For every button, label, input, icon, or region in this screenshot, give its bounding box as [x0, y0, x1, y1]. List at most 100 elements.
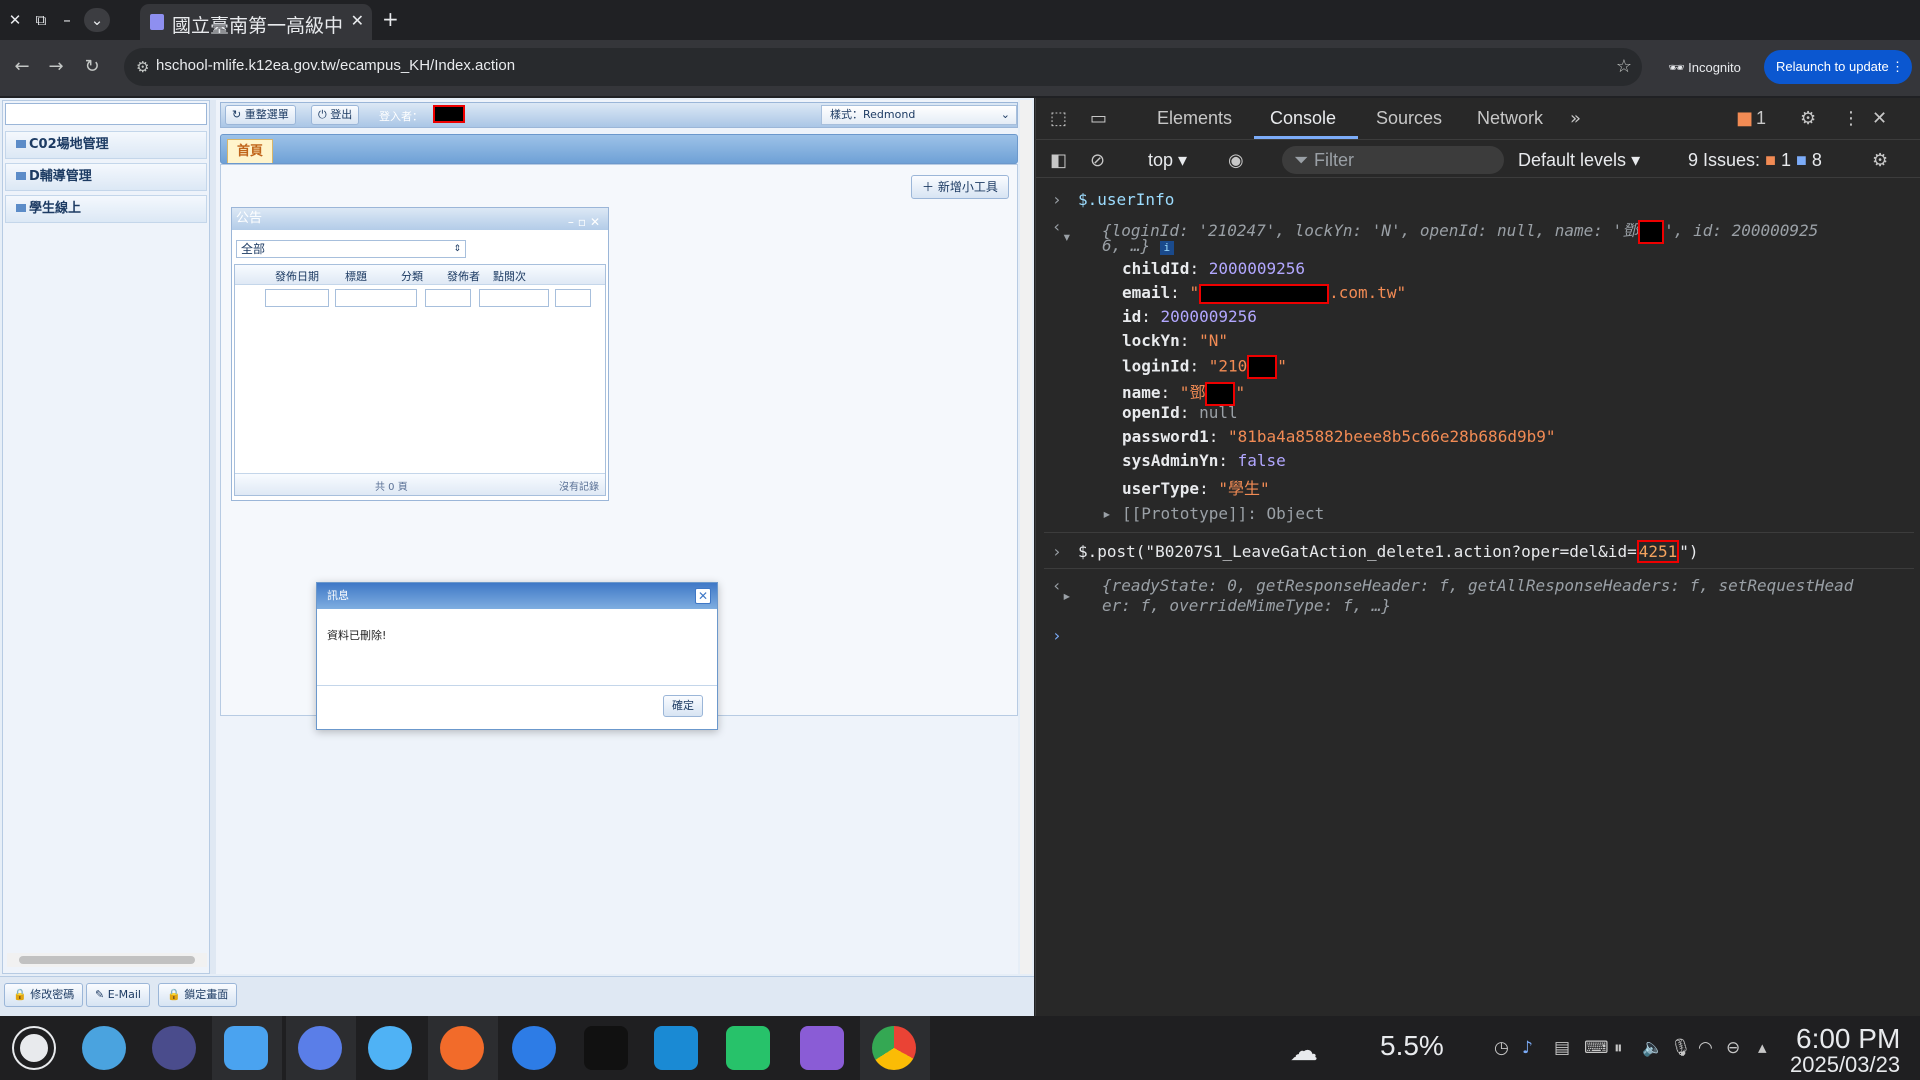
tab-console[interactable]: Console: [1270, 108, 1336, 129]
kebab-menu-icon[interactable]: ⋮: [1842, 108, 1860, 129]
announcement-category-select[interactable]: 全部 ⇕: [236, 240, 466, 258]
email-button[interactable]: ✎ E-Mail: [86, 983, 150, 1007]
object-property-loginId[interactable]: loginId: "210 ": [1122, 355, 1287, 379]
clock-date[interactable]: 2025/03/23: [1790, 1052, 1900, 1078]
browser-tab[interactable]: 國立臺南第一高級中學 ✕: [140, 4, 372, 40]
chevron-up-icon[interactable]: ▴: [1758, 1038, 1767, 1058]
close-window-icon[interactable]: ✕: [2, 8, 28, 32]
object-property-userType[interactable]: userType: "學生": [1122, 475, 1270, 499]
notes-app-icon[interactable]: [584, 1026, 628, 1070]
filter-publisher[interactable]: [479, 289, 549, 307]
pause-icon[interactable]: ⏸: [1614, 1038, 1623, 1058]
issues-counter[interactable]: 9 Issues: ■ 1 ■ 8: [1688, 150, 1822, 171]
volume-icon[interactable]: 🔈: [1642, 1038, 1663, 1058]
relaunch-update-button[interactable]: Relaunch to update ⋮: [1764, 50, 1912, 84]
object-property-password1[interactable]: password1: "81ba4a85882beee8b5c66e28b686…: [1122, 427, 1555, 446]
menu-search-input[interactable]: [5, 103, 207, 125]
inspect-element-icon[interactable]: ⬚: [1050, 108, 1067, 129]
tab-sources[interactable]: Sources: [1376, 108, 1442, 129]
close-devtools-icon[interactable]: ✕: [1872, 108, 1887, 129]
tiktok-tray-icon[interactable]: ♪: [1522, 1038, 1533, 1058]
object-property-email[interactable]: email: " .com.tw": [1122, 283, 1406, 304]
files-icon[interactable]: [224, 1026, 268, 1070]
filter-title[interactable]: [335, 289, 417, 307]
col-publish-date[interactable]: 發佈日期: [275, 268, 319, 284]
dialog-close-icon[interactable]: ✕: [695, 588, 711, 604]
change-password-button[interactable]: 🔒 修改密碼: [4, 983, 84, 1007]
object-property-name[interactable]: name: "鄧 ": [1122, 379, 1245, 406]
lock-screen-button[interactable]: 🔒 鎖定畫面: [158, 983, 238, 1007]
safari-icon[interactable]: [368, 1026, 412, 1070]
clock-status-icon[interactable]: ◷: [1494, 1038, 1509, 1058]
live-expression-eye-icon[interactable]: ◉: [1228, 150, 1244, 171]
console-filter-input[interactable]: ⏷ Filter: [1282, 146, 1504, 174]
console-input-caret[interactable]: ›: [1052, 626, 1062, 645]
activity-monitor-icon[interactable]: [152, 1026, 196, 1070]
tiktok-icon[interactable]: [512, 1026, 556, 1070]
restore-window-icon[interactable]: ⧉: [28, 8, 54, 32]
bookmark-star-icon[interactable]: ☆: [1616, 56, 1632, 77]
reload-menu-button[interactable]: ↻ 重整選單: [225, 105, 296, 125]
site-info-icon[interactable]: ⚙: [136, 58, 149, 76]
filter-views[interactable]: [555, 289, 591, 307]
clock-time[interactable]: 6:00 PM: [1796, 1023, 1900, 1055]
chromium-icon[interactable]: [298, 1026, 342, 1070]
context-select[interactable]: top ▾: [1148, 150, 1187, 171]
tab-elements[interactable]: Elements: [1157, 108, 1232, 129]
weather-icon[interactable]: ☁: [1290, 1034, 1318, 1067]
dialog-ok-button[interactable]: 確定: [663, 695, 703, 717]
console-settings-icon[interactable]: ⚙: [1872, 150, 1888, 171]
keyboard-icon[interactable]: ⌨: [1584, 1038, 1609, 1058]
warning-count[interactable]: 1: [1756, 108, 1766, 129]
object-property-id[interactable]: id: 2000009256: [1122, 307, 1257, 326]
clear-console-icon[interactable]: ⊘: [1090, 150, 1105, 171]
expand-triangle-icon[interactable]: ▸: [1062, 586, 1072, 605]
clipboard-icon[interactable]: ▤: [1554, 1038, 1570, 1058]
filter-publish-date[interactable]: [265, 289, 329, 307]
incognito-indicator[interactable]: 🕶 Incognito: [1658, 53, 1751, 83]
pycharm-icon[interactable]: [726, 1026, 770, 1070]
object-property-sysAdminYn[interactable]: sysAdminYn: false: [1122, 451, 1286, 470]
vscode-icon[interactable]: [654, 1026, 698, 1070]
add-widget-button[interactable]: ＋ 新增小工具: [911, 175, 1009, 199]
logout-button[interactable]: ⏻ 登出: [311, 105, 360, 125]
firefox-icon[interactable]: [440, 1026, 484, 1070]
battery-percent[interactable]: 5.5%: [1380, 1030, 1444, 1062]
expand-triangle-icon[interactable]: ▾: [1062, 227, 1072, 246]
log-levels-select[interactable]: Default levels ▾: [1518, 150, 1640, 171]
left-panel-scrollbar[interactable]: [7, 953, 207, 967]
back-icon[interactable]: ←: [10, 56, 34, 77]
address-bar[interactable]: ⚙ hschool-mlife.k12ea.gov.tw/ecampus_KH/…: [124, 48, 1642, 86]
warning-badge-icon[interactable]: ■: [1736, 108, 1753, 129]
kebab-menu-icon[interactable]: ⋮: [1891, 50, 1904, 84]
settings-gear-icon[interactable]: ⚙: [1800, 108, 1816, 129]
dialog-title-bar[interactable]: 訊息: [317, 583, 717, 609]
new-tab-icon[interactable]: +: [382, 7, 399, 31]
minimize-window-icon[interactable]: –: [54, 8, 80, 32]
console-command[interactable]: $.post("B0207S1_LeaveGatAction_delete1.a…: [1078, 540, 1699, 563]
launcher-icon[interactable]: [14, 1028, 54, 1068]
tab-search-icon[interactable]: ⌄: [84, 8, 110, 32]
menu-item-counseling[interactable]: D輔導管理: [5, 163, 207, 191]
reload-icon[interactable]: ↻: [80, 56, 104, 77]
do-not-disturb-icon[interactable]: ⊖: [1726, 1038, 1740, 1058]
object-property-lockYn[interactable]: lockYn: "N": [1122, 331, 1228, 350]
more-tabs-icon[interactable]: »: [1570, 108, 1581, 129]
wifi-icon[interactable]: ◠: [1698, 1038, 1713, 1058]
console-command[interactable]: $.userInfo: [1078, 190, 1174, 209]
object-property-openId[interactable]: openId: null: [1122, 403, 1238, 422]
microphone-icon[interactable]: 🎙: [1670, 1038, 1692, 1058]
device-toolbar-icon[interactable]: ▭: [1090, 108, 1107, 129]
expand-triangle-icon[interactable]: ▸: [1102, 504, 1112, 523]
prototype-property[interactable]: [[Prototype]]: Object: [1122, 504, 1324, 523]
announcement-header[interactable]: 公告 –▫✕: [232, 208, 608, 230]
col-views[interactable]: 點閱次: [493, 268, 526, 284]
tab-close-icon[interactable]: ✕: [351, 11, 364, 30]
window-controls-icon[interactable]: –▫✕: [568, 211, 604, 233]
col-title[interactable]: 標題: [345, 268, 367, 284]
menu-item-venue[interactable]: C02場地管理: [5, 131, 207, 159]
tab-network[interactable]: Network: [1477, 108, 1543, 129]
post-result-summary[interactable]: {readyState: 0, getResponseHeader: f, ge…: [1102, 576, 1853, 595]
chrome-icon[interactable]: [872, 1026, 916, 1070]
info-icon[interactable]: i: [1159, 241, 1174, 255]
